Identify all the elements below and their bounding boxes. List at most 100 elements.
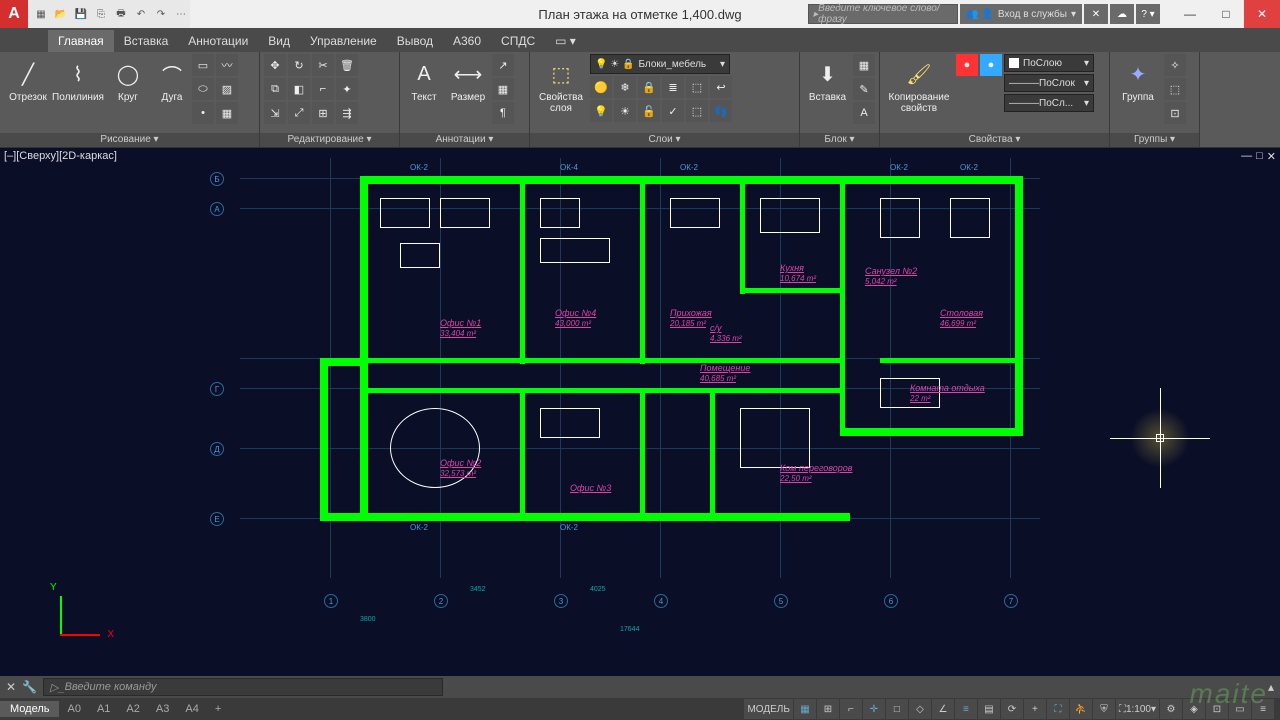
layer-dropdown[interactable]: 💡 ☀ 🔒 Блоки_мебель ▾: [590, 54, 730, 74]
array-icon[interactable]: ⊞: [312, 102, 334, 124]
minimize-button[interactable]: —: [1172, 0, 1208, 28]
a360-icon[interactable]: ☁: [1110, 4, 1134, 24]
drawing-canvas[interactable]: [–][Сверху][2D-каркас] — □ ✕: [0, 148, 1280, 676]
scale-icon[interactable]: ⤢: [288, 102, 310, 124]
layer-walk-icon[interactable]: 👣: [710, 100, 732, 122]
hatch-icon[interactable]: ▨: [216, 78, 238, 100]
status-otrack-icon[interactable]: ∠: [932, 699, 954, 719]
line-button[interactable]: ╱Отрезок: [4, 54, 52, 103]
viewport-max-icon[interactable]: □: [1256, 150, 1263, 163]
layer-freeze-icon[interactable]: ❄: [614, 76, 636, 98]
panel-layers-title[interactable]: Слои ▾: [530, 133, 799, 147]
tab-home[interactable]: Главная: [48, 30, 114, 52]
layer-prev-icon[interactable]: ↩: [710, 76, 732, 98]
create-block-icon[interactable]: ▦: [853, 54, 875, 76]
search-input[interactable]: ▸ Введите ключевое слово/фразу: [808, 4, 958, 24]
signin-button[interactable]: 👥 👤 Вход в службы ▾: [960, 4, 1082, 24]
attr-block-icon[interactable]: A: [853, 102, 875, 124]
layer-props-button[interactable]: ⬚Свойства слоя: [534, 54, 588, 114]
status-gear-icon[interactable]: ⚙: [1160, 699, 1182, 719]
tab-spds[interactable]: СПДС: [491, 30, 545, 52]
layer-cur-icon[interactable]: ✓: [662, 100, 684, 122]
tab-model[interactable]: Модель: [0, 701, 59, 717]
linetype-dropdown[interactable]: ———ПоСл...▾: [1004, 94, 1094, 112]
tab-layout-a1[interactable]: А1: [89, 701, 118, 717]
layer-uniso-icon[interactable]: ⬚: [686, 100, 708, 122]
status-lwt-icon[interactable]: ≡: [955, 699, 977, 719]
tab-manage[interactable]: Управление: [300, 30, 387, 52]
insert-block-button[interactable]: ⬇Вставка: [804, 54, 851, 103]
layer-lock-icon[interactable]: 🔒: [638, 76, 660, 98]
dimension-button[interactable]: ⟷Размер: [446, 54, 490, 103]
qat-redo-icon[interactable]: ↷: [152, 5, 170, 23]
color-dropdown[interactable]: ПоСлою▾: [1004, 54, 1094, 72]
ellipse-icon[interactable]: ⬭: [192, 78, 214, 100]
table-icon[interactable]: ▦: [492, 78, 514, 100]
status-qp-icon[interactable]: ⛶: [1047, 699, 1069, 719]
view-label[interactable]: [–][Сверху][2D-каркас]: [4, 150, 117, 162]
color-icon[interactable]: ●: [956, 54, 978, 76]
help-icon[interactable]: ? ▾: [1136, 4, 1160, 24]
status-clean-icon[interactable]: ▭: [1229, 699, 1251, 719]
region-icon[interactable]: ▦: [216, 102, 238, 124]
panel-props-title[interactable]: Свойства ▾: [880, 133, 1109, 147]
polyline-button[interactable]: ⌇Полилиния: [54, 54, 102, 103]
status-trans-icon[interactable]: ▤: [978, 699, 1000, 719]
trim-icon[interactable]: ✂: [312, 54, 334, 76]
viewport-min-icon[interactable]: —: [1241, 150, 1252, 163]
status-polar-icon[interactable]: ✛: [863, 699, 885, 719]
status-3dosnap-icon[interactable]: ◇: [909, 699, 931, 719]
layer-unlock-icon[interactable]: 🔓: [638, 100, 660, 122]
qat-print-icon[interactable]: 🖶: [112, 5, 130, 23]
mtext-icon[interactable]: ¶: [492, 102, 514, 124]
edit-block-icon[interactable]: ✎: [853, 78, 875, 100]
tab-layout-a0[interactable]: А0: [59, 701, 88, 717]
qat-undo-icon[interactable]: ↶: [132, 5, 150, 23]
group-sel-icon[interactable]: ⊡: [1164, 102, 1186, 124]
panel-draw-title[interactable]: Рисование ▾: [0, 133, 259, 147]
point-icon[interactable]: •: [192, 102, 214, 124]
panel-modify-title[interactable]: Редактирование ▾: [260, 133, 399, 147]
fillet-icon[interactable]: ⌐: [312, 78, 334, 100]
status-model[interactable]: МОДЕЛЬ: [744, 699, 792, 719]
maximize-button[interactable]: □: [1208, 0, 1244, 28]
qat-saveas-icon[interactable]: ⎘: [92, 5, 110, 23]
mirror-icon[interactable]: ◧: [288, 78, 310, 100]
panel-annot-title[interactable]: Аннотации ▾: [400, 133, 529, 147]
explode-icon[interactable]: ✦: [336, 78, 358, 100]
viewport-close-icon[interactable]: ✕: [1267, 150, 1276, 163]
rect-icon[interactable]: ▭: [192, 54, 214, 76]
tab-layout-a2[interactable]: А2: [118, 701, 147, 717]
tab-annotate[interactable]: Аннотации: [178, 30, 258, 52]
group-edit-icon[interactable]: ⬚: [1164, 78, 1186, 100]
circle-button[interactable]: ◯Круг: [104, 54, 152, 103]
tab-layout-a3[interactable]: А3: [148, 701, 177, 717]
status-scale[interactable]: ⛶ 1:100 ▾: [1116, 699, 1159, 719]
qat-more-icon[interactable]: ⋯: [172, 5, 190, 23]
spline-icon[interactable]: 〰: [216, 54, 238, 76]
lineweight-dropdown[interactable]: ———ПоСлок▾: [1004, 74, 1094, 92]
close-button[interactable]: ✕: [1244, 0, 1280, 28]
app-icon[interactable]: A: [0, 0, 28, 28]
status-annomon-icon[interactable]: +: [1024, 699, 1046, 719]
status-iso-icon[interactable]: ◈: [1183, 699, 1205, 719]
tab-a360[interactable]: A360: [443, 30, 491, 52]
tab-addon-icon[interactable]: ▭ ▾: [545, 30, 586, 52]
move-icon[interactable]: ✥: [264, 54, 286, 76]
status-snap-icon[interactable]: ⊞: [817, 699, 839, 719]
stretch-icon[interactable]: ⇲: [264, 102, 286, 124]
exchange-icon[interactable]: ✕: [1084, 4, 1108, 24]
command-input[interactable]: ▷_ Введите команду: [43, 678, 443, 696]
group-button[interactable]: ✦Группа: [1114, 54, 1162, 103]
status-person-icon[interactable]: ⛹: [1070, 699, 1092, 719]
tab-view[interactable]: Вид: [258, 30, 300, 52]
layer-match-icon[interactable]: ≣: [662, 76, 684, 98]
offset-icon[interactable]: ⇶: [336, 102, 358, 124]
erase-icon[interactable]: 🗑: [336, 54, 358, 76]
match-props-button[interactable]: 🖌Копирование свойств: [884, 54, 954, 114]
panel-groups-title[interactable]: Группы ▾: [1110, 133, 1199, 147]
tab-insert[interactable]: Вставка: [114, 30, 179, 52]
ungroup-icon[interactable]: ✧: [1164, 54, 1186, 76]
tab-add-layout[interactable]: +: [207, 701, 229, 717]
status-grid-icon[interactable]: ▦: [794, 699, 816, 719]
